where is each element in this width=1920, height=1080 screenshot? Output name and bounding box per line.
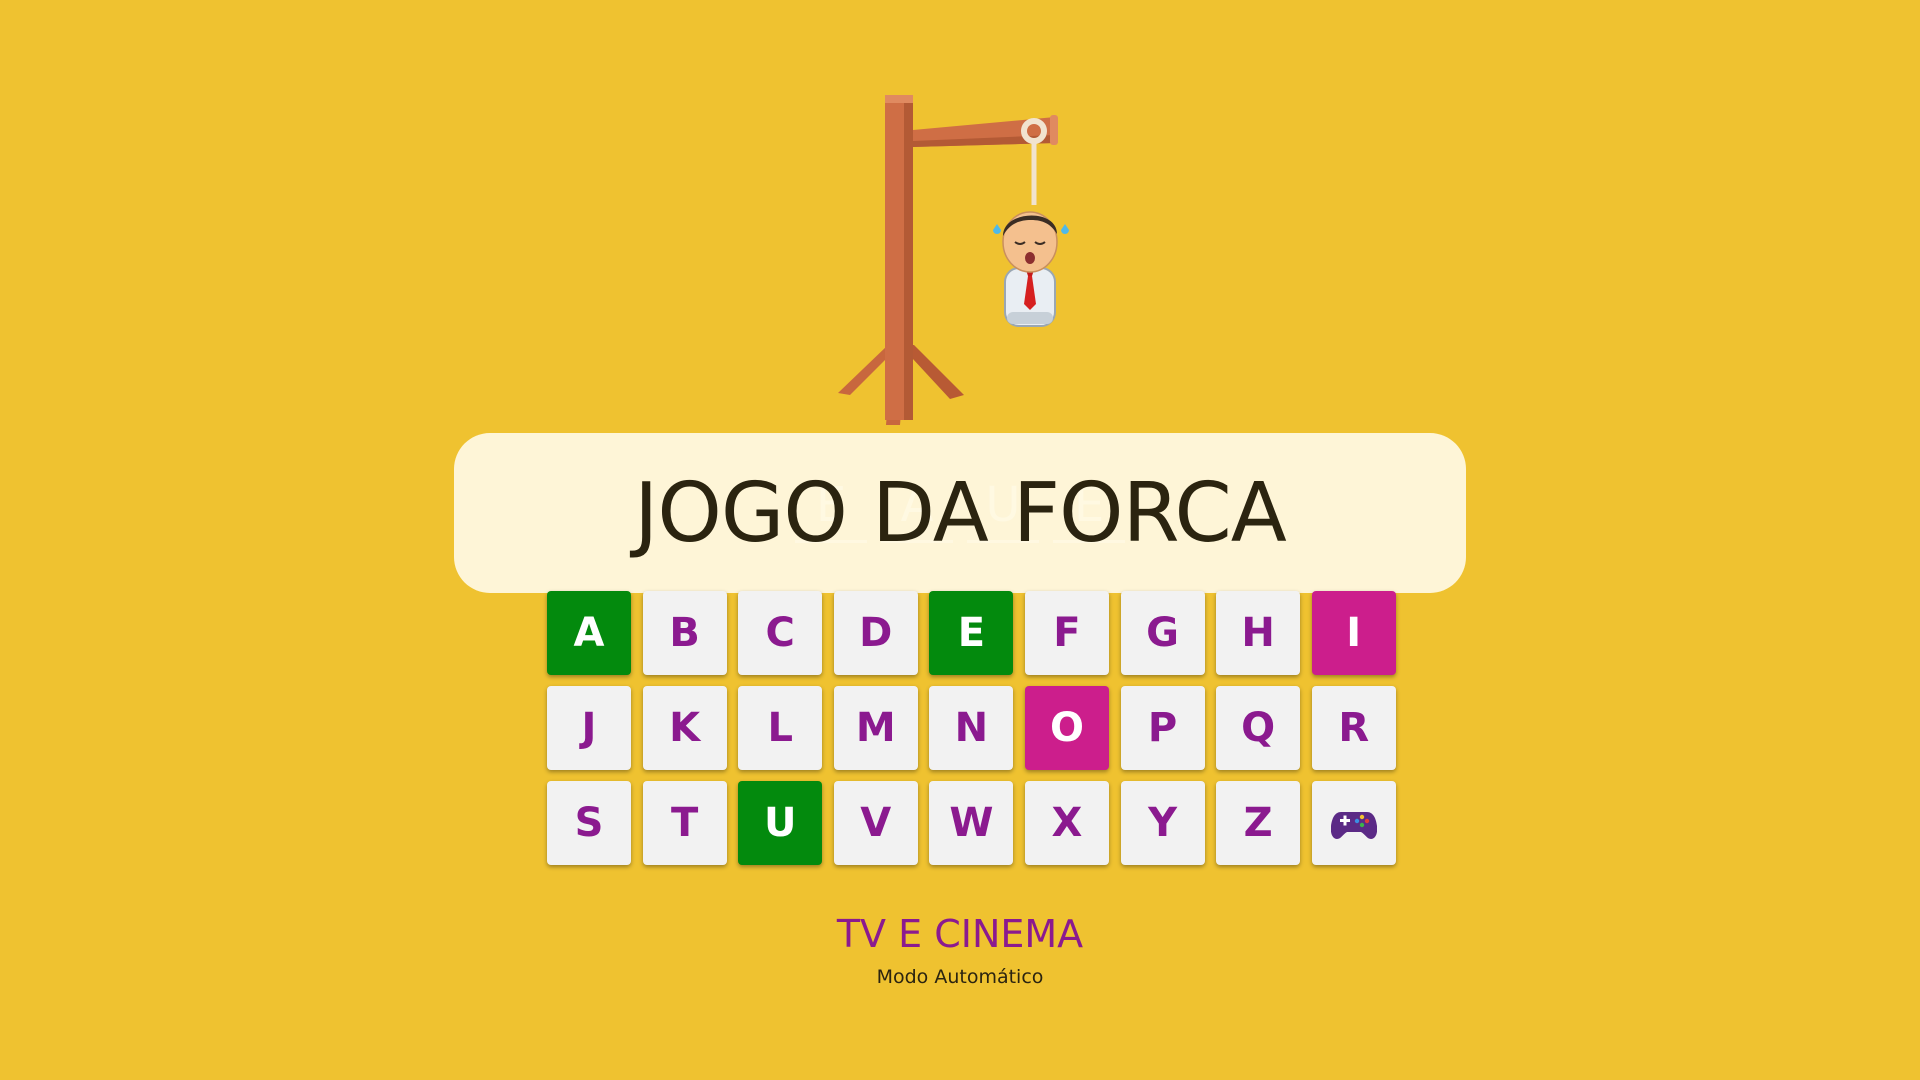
key-w[interactable]: W xyxy=(929,781,1014,865)
key-d[interactable]: D xyxy=(833,591,918,675)
key-l[interactable]: L xyxy=(738,686,823,770)
key-o[interactable]: O xyxy=(1024,686,1109,770)
key-j[interactable]: J xyxy=(547,686,631,770)
mode-label: Modo Automático xyxy=(876,966,1044,988)
key-r[interactable]: R xyxy=(1311,686,1396,770)
key-q[interactable]: Q xyxy=(1216,686,1301,770)
key-k[interactable]: K xyxy=(642,686,727,770)
hanged-man-icon xyxy=(993,211,1069,327)
key-m[interactable]: M xyxy=(833,686,918,770)
title-banner: JOGO DA FORCA xyxy=(454,433,1466,593)
key-h[interactable]: H xyxy=(1216,591,1301,675)
game-title: JOGO DA FORCA xyxy=(634,465,1287,561)
key-p[interactable]: P xyxy=(1120,686,1205,770)
key-z[interactable]: Z xyxy=(1216,781,1301,865)
gamepad-button[interactable] xyxy=(1311,781,1396,865)
key-y[interactable]: Y xyxy=(1120,781,1205,865)
key-u[interactable]: U xyxy=(738,781,823,865)
key-a[interactable]: A xyxy=(547,591,631,675)
key-t[interactable]: T xyxy=(642,781,727,865)
key-n[interactable]: N xyxy=(929,686,1014,770)
key-b[interactable]: B xyxy=(642,591,727,675)
key-e[interactable]: E xyxy=(929,591,1014,675)
key-v[interactable]: V xyxy=(833,781,918,865)
gamepad-icon xyxy=(1330,812,1377,839)
key-f[interactable]: F xyxy=(1024,591,1109,675)
game-screen: E A U E JOGO DA FORCA A B C D E F G H I … xyxy=(0,0,1920,1080)
category-label: TV E CINEMA xyxy=(836,912,1084,956)
key-i[interactable]: I xyxy=(1311,591,1396,675)
key-g[interactable]: G xyxy=(1120,591,1205,675)
key-c[interactable]: C xyxy=(738,591,823,675)
letter-keyboard: A B C D E F G H I J K L M N O P Q R S T … xyxy=(547,591,1397,865)
key-s[interactable]: S xyxy=(547,781,631,865)
key-x[interactable]: X xyxy=(1024,781,1109,865)
